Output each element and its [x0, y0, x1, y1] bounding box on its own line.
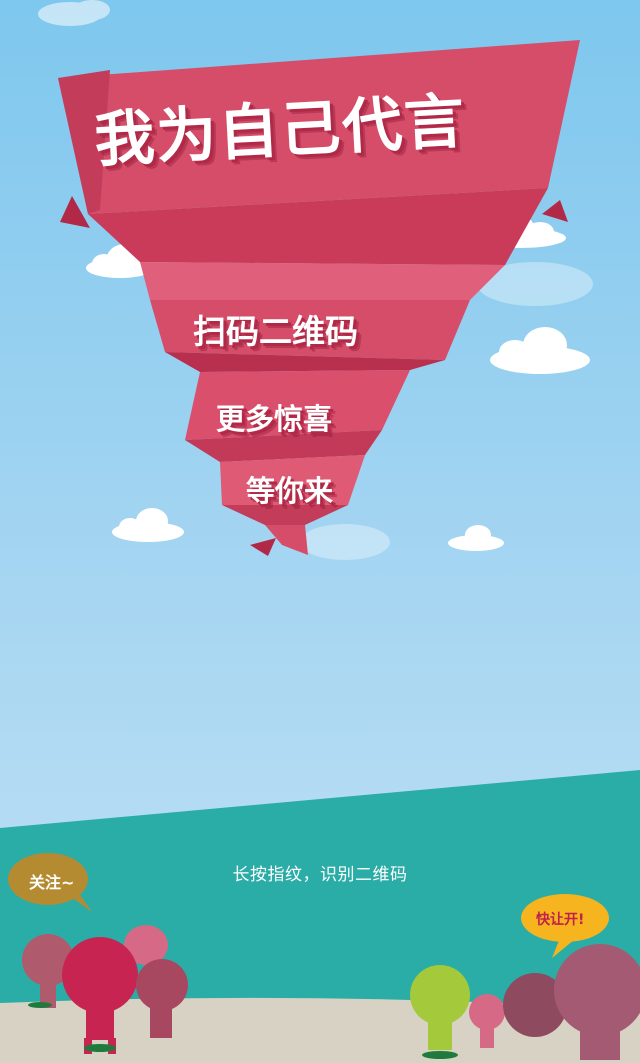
long-press-hint: 长按指纹，识别二维码 [232, 865, 408, 885]
follow-bubble-text: 关注~ [29, 873, 75, 892]
move-aside-bubble-text: 快让开! [536, 912, 585, 928]
cloud-bottom-right [448, 525, 504, 551]
cloud-center-blur [300, 524, 390, 560]
cloud-bottom-left [112, 508, 184, 542]
cloud-right [490, 327, 590, 374]
banner-line-more-surprises: 更多惊喜 [216, 402, 333, 436]
banner-line-scan-qr: 扫码二维码 [193, 312, 358, 351]
banner-line-waiting-for-you: 等你来 [246, 474, 334, 508]
cloud-top-left [38, 0, 110, 26]
